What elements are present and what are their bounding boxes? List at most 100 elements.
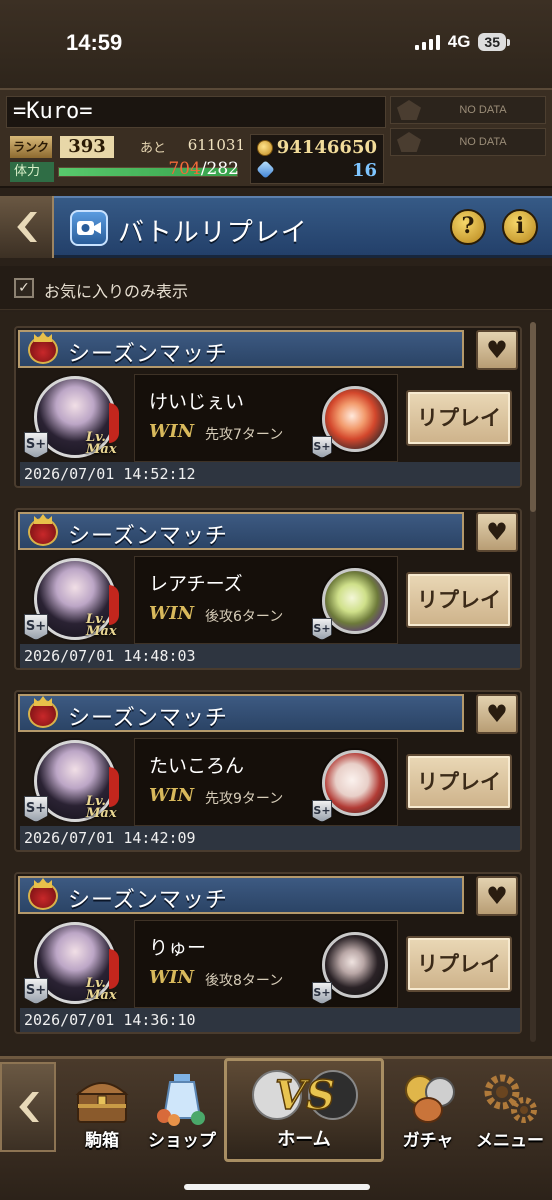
- pentagon-icon: [397, 132, 421, 152]
- match-card: シーズンマッチ ♥ Lv. Max S+ けいじぇい WIN 先攻7ターン S+ …: [14, 326, 522, 488]
- player-name: =Kuro=: [6, 96, 386, 128]
- nav-label: 駒箱: [85, 1131, 119, 1151]
- opponent-name: たいころん: [149, 755, 245, 777]
- next-exp-value: 611031: [187, 136, 245, 154]
- status-time: 14:59: [66, 30, 123, 55]
- stamina-max: /282: [200, 159, 239, 179]
- nav-label: ホーム: [277, 1129, 331, 1150]
- turn-info: 先攻9ターン: [205, 791, 284, 807]
- filter-bar: ✓ お気に入りのみ表示: [0, 266, 552, 310]
- next-exp-label: あと: [140, 141, 167, 156]
- replay-camera-icon: [70, 210, 108, 246]
- match-card: シーズンマッチ ♥ Lv. Max S+ りゅー WIN 後攻8ターン S+ リプ…: [14, 872, 522, 1034]
- match-result: WIN: [149, 421, 195, 442]
- level-max-badge: Lv. Max: [86, 612, 117, 639]
- stamina-label: 体力: [10, 162, 54, 182]
- rank-value: 393: [60, 136, 114, 158]
- nav-label: メニュー: [476, 1131, 544, 1151]
- back-button[interactable]: [0, 196, 54, 258]
- replay-button[interactable]: リプレイ: [406, 390, 512, 446]
- nav-label: ガチャ: [402, 1131, 454, 1151]
- battery-icon: 35: [478, 33, 510, 51]
- match-result: WIN: [149, 785, 195, 806]
- vs-icon: VS: [252, 1070, 358, 1120]
- nodata-slot-2[interactable]: NO DATA: [390, 128, 546, 156]
- turn-info: 後攻8ターン: [205, 973, 284, 989]
- vs-text: VS: [275, 1072, 335, 1119]
- level-max-badge: Lv. Max: [86, 976, 117, 1003]
- match-list[interactable]: シーズンマッチ ♥ Lv. Max S+ けいじぇい WIN 先攻7ターン S+ …: [0, 312, 552, 1052]
- level-max-badge: Lv. Max: [86, 794, 117, 821]
- match-card-header: シーズンマッチ: [18, 330, 464, 368]
- info-button[interactable]: i: [502, 209, 538, 245]
- nav-item-menu[interactable]: メニュー: [470, 1064, 550, 1164]
- coin-icon: [257, 140, 273, 156]
- gear-icon: [480, 1070, 540, 1126]
- rank-row: ランク 393 あと 611031: [10, 136, 245, 158]
- player-rank-badge: S+: [24, 614, 48, 640]
- nav-back-button[interactable]: [0, 1062, 56, 1152]
- nav-item-komabako[interactable]: 駒箱: [62, 1064, 142, 1164]
- stamina-row: 体力 704/282: [10, 159, 245, 182]
- gem-icon: [256, 160, 275, 179]
- match-date: 2026/07/01 14:36:10: [20, 1008, 520, 1032]
- match-type: シーズンマッチ: [68, 706, 228, 731]
- replay-button[interactable]: リプレイ: [406, 936, 512, 992]
- network-type: 4G: [447, 32, 471, 51]
- match-type: シーズンマッチ: [68, 342, 228, 367]
- favorite-heart-button[interactable]: ♥: [476, 876, 518, 916]
- match-result: WIN: [149, 967, 195, 988]
- shop-potion-icon: [152, 1070, 212, 1126]
- match-type: シーズンマッチ: [68, 524, 228, 549]
- help-button[interactable]: ?: [450, 209, 486, 245]
- turn-info: 先攻7ターン: [205, 427, 284, 443]
- player-rank-badge: S+: [24, 432, 48, 458]
- player-rank-badge: S+: [24, 978, 48, 1004]
- status-indicators: 4G 35: [414, 32, 510, 52]
- season-crown-icon: [28, 518, 58, 546]
- season-crown-icon: [28, 882, 58, 910]
- stamina-current: 704: [168, 159, 201, 179]
- player-panel: =Kuro= ランク 393 あと 611031 体力 704/282 9414…: [0, 88, 552, 188]
- signal-icon: [414, 34, 440, 50]
- status-bar: 14:59 4G 35: [0, 0, 552, 88]
- stamina-text: 704/282: [168, 159, 239, 179]
- player-rank-badge: S+: [24, 796, 48, 822]
- match-date: 2026/07/01 14:52:12: [20, 462, 520, 486]
- page-title: バトルリプレイ: [118, 218, 308, 248]
- nav-item-home[interactable]: VS ホーム: [224, 1058, 384, 1162]
- replay-button[interactable]: リプレイ: [406, 754, 512, 810]
- opponent-name: けいじぇい: [149, 391, 245, 413]
- nav-item-gacha[interactable]: ガチャ: [388, 1064, 468, 1164]
- nodata-slot-1[interactable]: NO DATA: [390, 96, 546, 124]
- favorite-heart-button[interactable]: ♥: [476, 330, 518, 370]
- gem-value: 16: [351, 160, 377, 181]
- scrollbar[interactable]: [530, 322, 536, 1042]
- nav-item-shop[interactable]: ショップ: [142, 1064, 222, 1164]
- replay-button[interactable]: リプレイ: [406, 572, 512, 628]
- favorites-checkbox[interactable]: ✓: [14, 278, 34, 298]
- nav-label: ショップ: [148, 1131, 216, 1151]
- season-crown-icon: [28, 700, 58, 728]
- currency-box: 94146650 16: [250, 134, 384, 184]
- coins-icon: [398, 1070, 458, 1126]
- home-indicator[interactable]: [184, 1184, 370, 1190]
- favorites-filter-label[interactable]: お気に入りのみ表示: [44, 278, 188, 302]
- opponent-name: レアチーズ: [149, 573, 243, 595]
- nodata-label: NO DATA: [459, 136, 507, 148]
- nodata-label: NO DATA: [459, 104, 507, 116]
- favorite-heart-button[interactable]: ♥: [476, 512, 518, 552]
- chevron-left-icon: [17, 212, 37, 242]
- match-result: WIN: [149, 603, 195, 624]
- opponent-name: りゅー: [149, 937, 207, 959]
- match-card-header: シーズンマッチ: [18, 694, 464, 732]
- season-crown-icon: [28, 336, 58, 364]
- pentagon-icon: [397, 100, 421, 120]
- match-card: シーズンマッチ ♥ Lv. Max S+ レアチーズ WIN 後攻6ターン S+ …: [14, 508, 522, 670]
- match-card-header: シーズンマッチ: [18, 512, 464, 550]
- level-max-badge: Lv. Max: [86, 430, 117, 457]
- rank-label: ランク: [10, 136, 53, 158]
- scrollbar-thumb[interactable]: [530, 322, 536, 512]
- match-date: 2026/07/01 14:42:09: [20, 826, 520, 850]
- favorite-heart-button[interactable]: ♥: [476, 694, 518, 734]
